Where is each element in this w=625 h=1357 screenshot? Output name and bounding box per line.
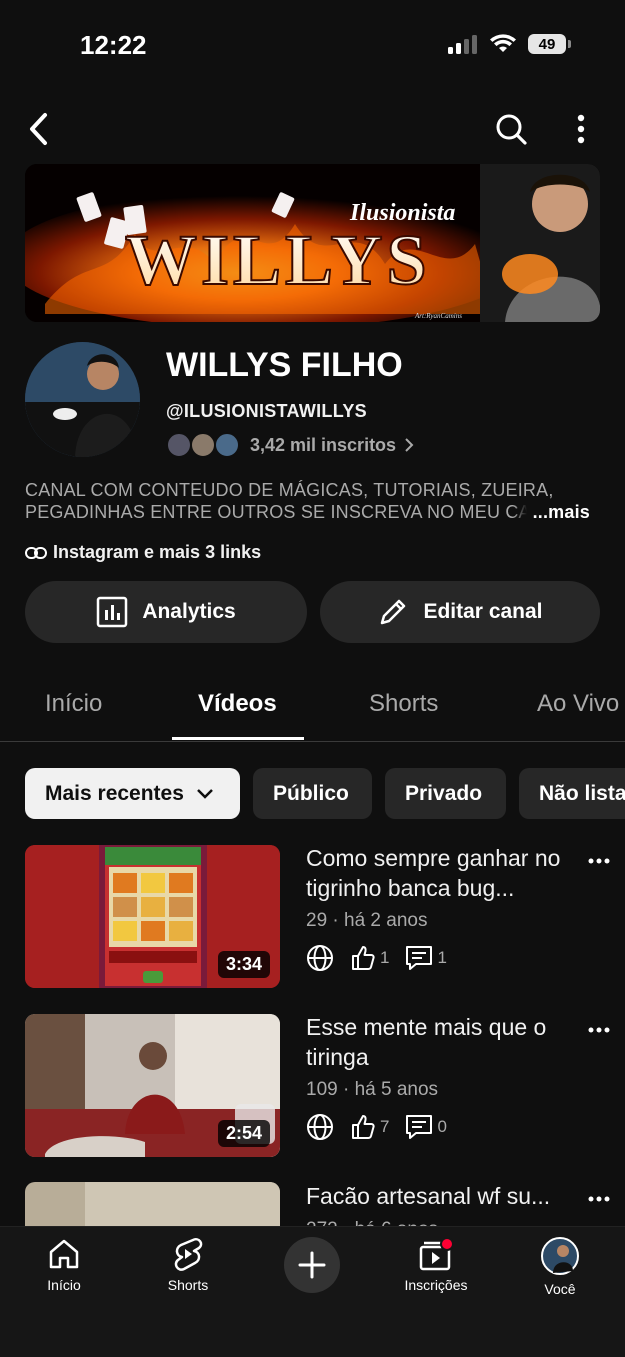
more-horizontal-icon — [588, 858, 610, 864]
edit-channel-button[interactable]: Editar canal — [320, 581, 600, 643]
shorts-icon — [174, 1238, 203, 1271]
video-duration: 3:34 — [217, 951, 270, 978]
battery-indicator: 49 — [528, 34, 566, 54]
video-title[interactable]: Facão artesanal wf su... — [306, 1181, 576, 1211]
filter-privado[interactable]: Privado — [385, 768, 506, 819]
search-icon — [496, 114, 527, 145]
signal-icon — [448, 35, 477, 54]
chevron-right-icon — [405, 438, 414, 452]
more-horizontal-icon — [588, 1196, 610, 1202]
more-horizontal-icon — [588, 1027, 610, 1033]
more-options-button[interactable] — [568, 110, 594, 148]
more-vertical-icon — [577, 114, 585, 144]
active-tab-indicator — [172, 737, 304, 740]
subscriber-avatar — [214, 432, 240, 458]
filter-mais-recentes[interactable]: Mais recentes — [25, 768, 240, 819]
channel-avatar[interactable] — [25, 342, 140, 457]
nav-voce[interactable]: Você — [510, 1237, 610, 1297]
link-icon — [25, 546, 47, 559]
pencil-icon — [381, 599, 406, 625]
more-link[interactable]: ...mais — [512, 501, 590, 523]
globe-icon — [307, 945, 333, 971]
video-title[interactable]: Como sempre ganhar no tigrinho banca bug… — [306, 843, 576, 903]
video-thumbnail[interactable]: 3:34 — [25, 845, 280, 988]
video-meta: 109 · há 5 anos — [306, 1079, 439, 1100]
video-menu-button[interactable] — [588, 852, 610, 870]
subscriber-count: 3,42 mil inscritos — [250, 434, 397, 455]
nav-label: Shorts — [167, 1277, 209, 1293]
banner-title: WILLYS — [125, 220, 431, 300]
edit-channel-label: Editar canal — [423, 600, 543, 623]
create-button[interactable] — [284, 1237, 340, 1293]
filter-label: Não listado — [539, 781, 625, 805]
nav-inscricoes[interactable]: Inscrições — [386, 1237, 486, 1293]
thumbs-up-icon — [352, 1115, 375, 1139]
tab-ao-vivo[interactable]: Ao Vivo — [537, 690, 619, 718]
chevron-down-icon — [197, 788, 213, 799]
video-stats: 1 1 — [306, 944, 447, 972]
comment-icon — [406, 1115, 433, 1139]
tabs-divider — [0, 741, 625, 742]
plus-icon — [298, 1251, 326, 1279]
video-stats: 7 0 — [306, 1113, 447, 1141]
comment-count: 0 — [437, 1117, 447, 1136]
search-button[interactable] — [492, 110, 530, 148]
links-label: Instagram e mais 3 links — [53, 542, 262, 562]
tab-shorts[interactable]: Shorts — [369, 690, 438, 718]
links-row[interactable]: Instagram e mais 3 links — [25, 542, 261, 563]
analytics-button[interactable]: Analytics — [25, 581, 307, 643]
subscriptions-icon — [419, 1237, 454, 1271]
analytics-icon — [97, 596, 128, 628]
avatar — [541, 1237, 579, 1275]
channel-banner: Ilusionista WILLYS Art:RyanCamins — [25, 164, 600, 322]
filter-nao-listado[interactable]: Não listado — [519, 768, 625, 819]
like-count: 1 — [380, 948, 390, 967]
video-menu-button[interactable] — [588, 1021, 610, 1039]
comment-count: 1 — [437, 948, 447, 967]
status-time: 12:22 — [80, 30, 147, 60]
video-menu-button[interactable] — [588, 1190, 610, 1208]
tab-inicio[interactable]: Início — [45, 690, 102, 718]
wifi-icon — [490, 34, 516, 52]
tab-videos[interactable]: Vídeos — [198, 690, 277, 718]
channel-handle: @ILUSIONISTAWILLYS — [166, 401, 367, 421]
subscriber-avatar — [190, 432, 216, 458]
analytics-label: Analytics — [142, 600, 236, 623]
subscriber-avatar — [166, 432, 192, 458]
banner-credit: Art:RyanCamins — [414, 312, 462, 320]
nav-label: Você — [544, 1281, 576, 1297]
globe-icon — [307, 1114, 333, 1140]
nav-inicio[interactable]: Início — [14, 1237, 114, 1293]
filter-label: Público — [273, 781, 349, 805]
nav-label: Início — [47, 1277, 81, 1293]
nav-shorts[interactable]: Shorts — [138, 1237, 238, 1293]
channel-description[interactable]: CANAL COM CONTEUDO DE MÁGICAS, TUTORIAIS… — [25, 479, 600, 523]
home-icon — [49, 1239, 79, 1269]
description-line: CANAL COM CONTEUDO DE MÁGICAS, TUTORIAIS… — [25, 480, 554, 500]
nav-label: Inscrições — [404, 1277, 468, 1293]
filter-label: Mais recentes — [45, 781, 184, 805]
video-thumbnail[interactable]: 2:54 — [25, 1014, 280, 1157]
video-title[interactable]: Esse mente mais que o tiringa — [306, 1012, 576, 1072]
subscribers-row[interactable]: 3,42 mil inscritos — [166, 432, 414, 458]
thumbs-up-icon — [352, 946, 375, 970]
like-count: 7 — [380, 1117, 390, 1136]
back-arrow-icon — [30, 113, 47, 145]
battery-nub — [568, 40, 571, 48]
filter-label: Privado — [405, 781, 483, 805]
description-line: PEGADINHAS ENTRE OUTROS SE INSCREVA NO M… — [25, 502, 567, 522]
status-icons: 49 — [448, 34, 571, 54]
video-meta: 29 · há 2 anos — [306, 910, 428, 931]
video-duration: 2:54 — [217, 1120, 270, 1147]
back-button[interactable] — [20, 110, 56, 148]
filter-publico[interactable]: Público — [253, 768, 372, 819]
comment-icon — [406, 946, 433, 970]
channel-name: WILLYS FILHO — [166, 346, 403, 384]
